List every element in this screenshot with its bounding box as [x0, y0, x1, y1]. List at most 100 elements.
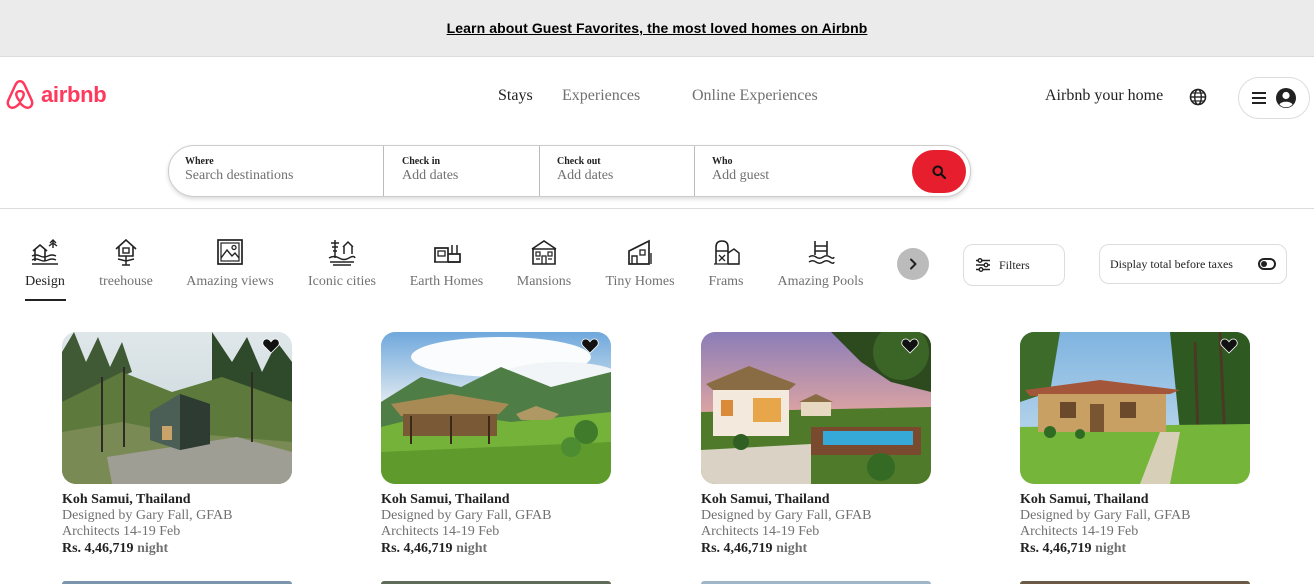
who-field[interactable]: Who Add guest	[712, 146, 902, 196]
listing-dates: Architects 14-19 Feb	[381, 524, 500, 539]
announcement-banner: Learn about Guest Favorites, the most lo…	[0, 0, 1314, 57]
category-frams[interactable]: Frams	[707, 237, 745, 290]
category-next-button[interactable]	[897, 248, 929, 280]
search-bar: Where Search destinations Check in Add d…	[168, 145, 971, 197]
earth-homes-icon	[433, 245, 461, 263]
listing-photo[interactable]	[701, 332, 931, 484]
where-label: Where	[185, 156, 214, 167]
mansions-icon	[531, 240, 557, 265]
hamburger-icon	[1252, 92, 1266, 104]
category-label: Amazing Pools	[777, 274, 864, 289]
category-amazing-views[interactable]: Amazing views	[186, 237, 274, 290]
logo-wordmark: airbnb	[41, 82, 107, 107]
category-design[interactable]: Design	[24, 237, 66, 290]
filters-button[interactable]: Filters	[963, 244, 1065, 286]
category-mansions[interactable]: Mansions	[516, 237, 572, 290]
heart-icon[interactable]	[1220, 338, 1238, 354]
design-icon	[31, 239, 58, 265]
check-in-input[interactable]: Add dates	[402, 168, 532, 184]
header: airbnb Stays Experiences Online Experien…	[0, 57, 1314, 209]
listing-designer: Designed by Gary Fall, GFAB	[701, 508, 872, 523]
heart-icon[interactable]	[262, 338, 280, 354]
listing-title: Koh Samui, Thailand	[62, 492, 191, 507]
listing-title: Koh Samui, Thailand	[701, 492, 830, 507]
where-input[interactable]: Search destinations	[185, 168, 381, 184]
category-tiny-homes[interactable]: Tiny Homes	[605, 237, 675, 290]
listing-card[interactable]: Koh Samui, Thailand Designed by Gary Fal…	[701, 332, 933, 558]
listing-price: Rs. 4,46,719 night	[381, 540, 613, 558]
listing-card[interactable]: Koh Samui, Thailand Designed by Gary Fal…	[62, 332, 294, 558]
airbnb-your-home-link[interactable]: Airbnb your home	[1045, 87, 1163, 105]
listing-dates: Architects 14-19 Feb	[1020, 524, 1139, 539]
listing-designer: Designed by Gary Fall, GFAB	[1020, 508, 1191, 523]
cabin-forest-photo	[62, 332, 292, 484]
where-field[interactable]: Where Search destinations	[185, 146, 381, 196]
listing-card[interactable]: Koh Samui, Thailand Designed by Gary Fal…	[1020, 332, 1252, 558]
search-icon	[932, 165, 946, 179]
filters-label: Filters	[999, 257, 1030, 272]
category-iconic-cities[interactable]: Iconic cities	[307, 237, 377, 290]
airbnb-logo-icon	[6, 79, 34, 109]
price-amount: Rs. 4,46,719	[62, 541, 134, 556]
amazing-pools-icon	[808, 241, 835, 264]
category-label: Mansions	[516, 274, 572, 289]
tab-experiences[interactable]: Experiences	[562, 87, 640, 105]
check-out-input[interactable]: Add dates	[557, 168, 687, 184]
category-amazing-pools[interactable]: Amazing Pools	[777, 237, 864, 290]
thatched-hut-mountain-photo	[381, 332, 611, 484]
chevron-right-icon	[910, 258, 917, 270]
toggle-switch[interactable]	[1258, 258, 1276, 270]
category-label: Iconic cities	[307, 274, 377, 289]
filters-icon	[976, 258, 990, 272]
price-unit: night	[137, 541, 169, 556]
cottage-garden-photo	[1020, 332, 1250, 484]
divider	[539, 146, 540, 196]
check-in-field[interactable]: Check in Add dates	[402, 146, 532, 196]
listing-photo[interactable]	[381, 332, 611, 484]
user-menu-button[interactable]	[1238, 77, 1310, 119]
listing-price: Rs. 4,46,719 night	[701, 540, 933, 558]
category-label: treehouse	[99, 274, 153, 289]
check-in-label: Check in	[402, 156, 441, 167]
listing-photo[interactable]	[62, 332, 292, 484]
villa-pool-photo	[701, 332, 931, 484]
listing-dates: Architects 14-19 Feb	[62, 524, 181, 539]
globe-icon[interactable]	[1189, 88, 1207, 106]
display-total-label: Display total before taxes	[1110, 256, 1233, 271]
tab-online-experiences[interactable]: Online Experiences	[692, 87, 818, 105]
category-earth-homes[interactable]: Earth Homes	[409, 237, 484, 290]
check-out-field[interactable]: Check out Add dates	[557, 146, 687, 196]
price-unit: night	[1095, 541, 1127, 556]
farms-icon	[714, 240, 740, 265]
price-amount: Rs. 4,46,719	[701, 541, 773, 556]
treehouse-icon	[115, 238, 137, 266]
guest-favorites-link[interactable]: Learn about Guest Favorites, the most lo…	[447, 20, 868, 36]
category-treehouse[interactable]: treehouse	[98, 237, 154, 290]
category-label: Design	[25, 274, 65, 289]
listing-price: Rs. 4,46,719 night	[62, 540, 294, 558]
listing-title: Koh Samui, Thailand	[381, 492, 510, 507]
divider	[383, 146, 384, 196]
search-button[interactable]	[912, 150, 966, 193]
airbnb-logo[interactable]: airbnb	[3, 78, 107, 112]
heart-icon[interactable]	[581, 338, 599, 354]
listing-title: Koh Samui, Thailand	[1020, 492, 1149, 507]
listing-dates: Architects 14-19 Feb	[701, 524, 820, 539]
tab-stays[interactable]: Stays	[498, 87, 533, 105]
price-amount: Rs. 4,46,719	[381, 541, 453, 556]
divider	[694, 146, 695, 196]
display-total-toggle[interactable]: Display total before taxes	[1099, 244, 1287, 284]
check-out-label: Check out	[557, 156, 601, 167]
listing-designer: Designed by Gary Fall, GFAB	[381, 508, 552, 523]
who-input[interactable]: Add guest	[712, 168, 902, 184]
heart-icon[interactable]	[901, 338, 919, 354]
who-label: Who	[712, 156, 733, 167]
listing-price: Rs. 4,46,719 night	[1020, 540, 1252, 558]
category-label: Tiny Homes	[605, 274, 675, 289]
category-label: Amazing views	[186, 274, 274, 289]
listing-photo[interactable]	[1020, 332, 1250, 484]
category-label: Earth Homes	[409, 274, 484, 289]
listing-card[interactable]: Koh Samui, Thailand Designed by Gary Fal…	[381, 332, 613, 558]
active-category-indicator	[25, 299, 66, 301]
iconic-cities-icon	[328, 240, 356, 266]
